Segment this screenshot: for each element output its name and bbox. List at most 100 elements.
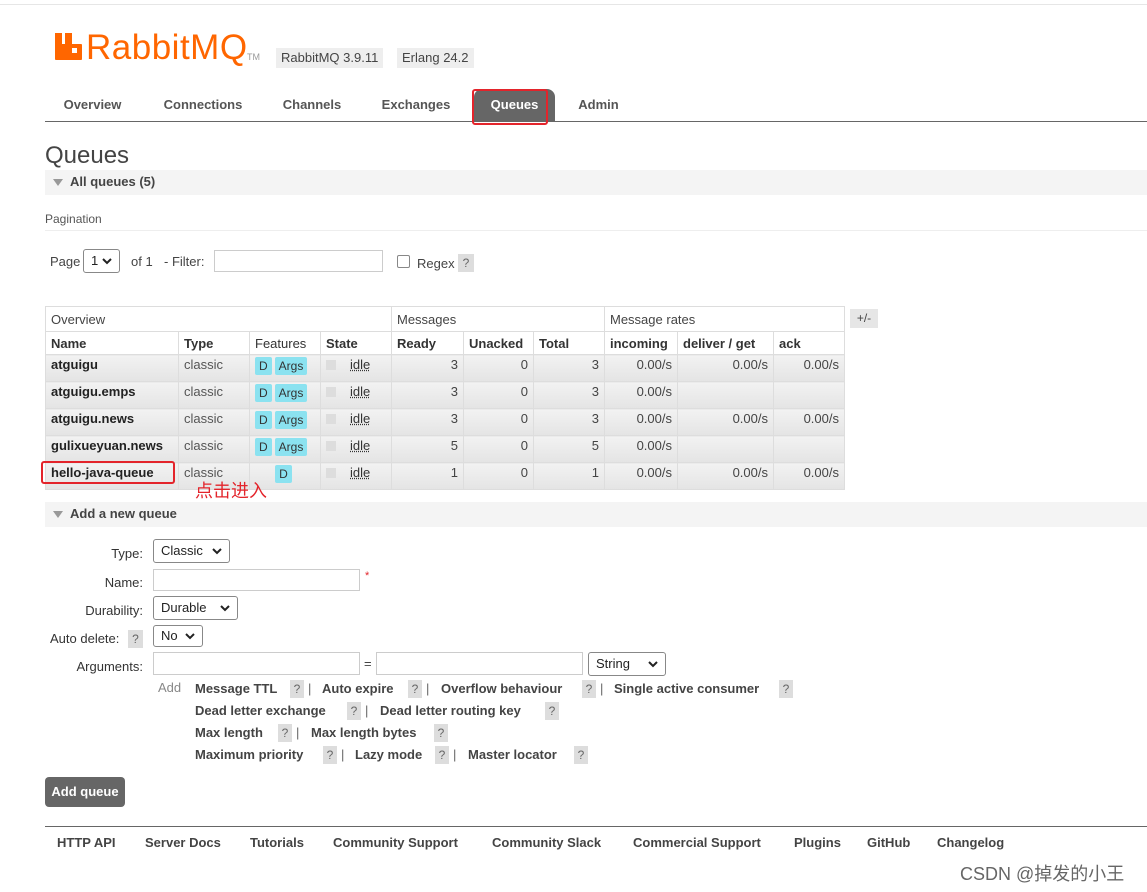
footer-link-changelog[interactable]: Changelog (937, 835, 1004, 850)
queue-row[interactable]: atguigu.news classic D Args idle 3 0 3 0.… (45, 408, 845, 436)
arg-shortcut[interactable]: Message TTL (195, 681, 277, 696)
footer-link-plugins[interactable]: Plugins (794, 835, 841, 850)
add-queue-toggle-icon (53, 511, 63, 518)
args-badge: Args (274, 438, 308, 456)
queue-type-cell: classic (178, 408, 250, 436)
page-of-label: of 1 (131, 254, 153, 269)
footer-link-http-api[interactable]: HTTP API (57, 835, 116, 850)
col-header-type[interactable]: Type (178, 331, 250, 355)
arg-shortcut[interactable]: Lazy mode (355, 747, 422, 762)
add-queue-button[interactable]: Add queue (45, 777, 125, 807)
columns-toggle-button[interactable]: +/- (850, 309, 878, 328)
name-input[interactable] (153, 569, 360, 591)
arg-shortcut[interactable]: Master locator (468, 747, 557, 762)
arg-shortcut-help-button[interactable]: ? (435, 746, 449, 764)
durable-badge: D (275, 465, 292, 483)
deliver-get-rate-cell: 0.00/s (677, 354, 774, 382)
type-select[interactable]: Classic (153, 539, 230, 563)
col-header-incoming[interactable]: incoming (604, 331, 678, 355)
footer-link-commercial-support[interactable]: Commercial Support (633, 835, 761, 850)
chevron-down-icon (102, 258, 112, 265)
total-cell: 3 (533, 381, 605, 409)
auto-delete-select-value: No (161, 628, 178, 643)
queue-row[interactable]: gulixueyuan.news classic D Args idle 5 0 … (45, 435, 845, 463)
arg-shortcut-help-button[interactable]: ? (278, 724, 292, 742)
tab-exchanges[interactable]: Exchanges (364, 89, 468, 121)
arg-shortcut-help-button[interactable]: ? (290, 680, 304, 698)
col-header-unacked[interactable]: Unacked (463, 331, 534, 355)
arg-shortcut[interactable]: Overflow behaviour (441, 681, 562, 696)
queue-row[interactable]: atguigu.emps classic D Args idle 3 0 3 0.… (45, 381, 845, 409)
group-header-message-rates: Message rates (604, 306, 845, 332)
col-header-ready[interactable]: Ready (391, 331, 464, 355)
footer-link-community-support[interactable]: Community Support (333, 835, 458, 850)
arg-shortcut[interactable]: Maximum priority (195, 747, 303, 762)
col-header-deliver-get[interactable]: deliver / get (677, 331, 774, 355)
regex-checkbox[interactable] (397, 255, 410, 268)
state-indicator-icon (326, 360, 336, 370)
logo-trademark: TM (247, 52, 260, 62)
argument-type-select[interactable]: String (588, 652, 666, 676)
arg-shortcut-help-button[interactable]: ? (574, 746, 588, 764)
add-queue-section-header[interactable]: Add a new queue (45, 502, 1147, 527)
arg-shortcut[interactable]: Max length (195, 725, 263, 740)
arg-shortcut-help-button[interactable]: ? (347, 702, 361, 720)
incoming-rate-cell: 0.00/s (604, 381, 678, 409)
footer-link-community-slack[interactable]: Community Slack (492, 835, 601, 850)
arg-shortcut[interactable]: Dead letter routing key (380, 703, 521, 718)
filter-input[interactable] (214, 250, 383, 272)
durability-select[interactable]: Durable (153, 596, 238, 620)
all-queues-toggle-icon (53, 179, 63, 186)
arguments-label: Arguments: (76, 659, 143, 674)
arg-shortcut[interactable]: Single active consumer (614, 681, 759, 696)
ack-rate-cell: 0.00/s (773, 354, 845, 382)
unacked-cell: 0 (463, 462, 534, 490)
arg-shortcut-row: Message TTL ? | Auto expire ? | Overflow… (195, 679, 795, 699)
arg-shortcut-help-button[interactable]: ? (434, 724, 448, 742)
tab-overview[interactable]: Overview (45, 89, 140, 121)
queues-tab-highlight (472, 89, 548, 125)
click-to-enter-annotation: 点击进入 (195, 481, 267, 501)
queue-type-cell: classic (178, 354, 250, 382)
arg-shortcut-help-button[interactable]: ? (582, 680, 596, 698)
arg-shortcut[interactable]: Auto expire (322, 681, 394, 696)
separator: | (453, 747, 457, 762)
add-queue-form: Type: Classic Name: * Durability: Durabl… (45, 538, 795, 766)
queue-row[interactable]: atguigu classic D Args idle 3 0 3 0.00/s … (45, 354, 845, 382)
col-header-state[interactable]: State (320, 331, 392, 355)
col-header-total[interactable]: Total (533, 331, 605, 355)
auto-delete-help-button[interactable]: ? (128, 630, 143, 648)
queue-name-cell[interactable]: atguigu.news (45, 408, 179, 436)
footer-link-server-docs[interactable]: Server Docs (145, 835, 221, 850)
queue-name-cell[interactable]: atguigu (45, 354, 179, 382)
argument-value-input[interactable] (376, 652, 583, 675)
queue-state-cell: idle (320, 435, 392, 463)
arg-shortcut-help-button[interactable]: ? (779, 680, 793, 698)
regex-help-button[interactable]: ? (458, 254, 474, 272)
argument-equals: = (364, 656, 372, 671)
tab-admin[interactable]: Admin (561, 89, 636, 121)
arg-shortcut[interactable]: Max length bytes (311, 725, 416, 740)
col-header-ack[interactable]: ack (773, 331, 845, 355)
page-select[interactable]: 1 (83, 249, 120, 273)
queue-name-cell[interactable]: atguigu.emps (45, 381, 179, 409)
chevron-down-icon (648, 661, 658, 668)
tab-channels[interactable]: Channels (266, 89, 358, 121)
auto-delete-select[interactable]: No (153, 625, 203, 647)
all-queues-section-header[interactable]: All queues (5) (45, 170, 1147, 195)
arg-shortcut[interactable]: Dead letter exchange (195, 703, 326, 718)
arg-shortcut-help-button[interactable]: ? (545, 702, 559, 720)
arg-shortcut-help-button[interactable]: ? (323, 746, 337, 764)
footer-link-github[interactable]: GitHub (867, 835, 910, 850)
queue-name-cell[interactable]: gulixueyuan.news (45, 435, 179, 463)
deliver-get-rate-cell: 0.00/s (677, 408, 774, 436)
separator: | (341, 747, 345, 762)
argument-key-input[interactable] (153, 652, 360, 675)
state-label: idle (350, 465, 371, 480)
footer-link-tutorials[interactable]: Tutorials (250, 835, 304, 850)
tab-connections[interactable]: Connections (146, 89, 260, 121)
footer: HTTP API Server Docs Tutorials Community… (45, 826, 1147, 856)
arg-shortcut-help-button[interactable]: ? (408, 680, 422, 698)
durable-badge: D (255, 384, 272, 402)
col-header-name[interactable]: Name (45, 331, 179, 355)
